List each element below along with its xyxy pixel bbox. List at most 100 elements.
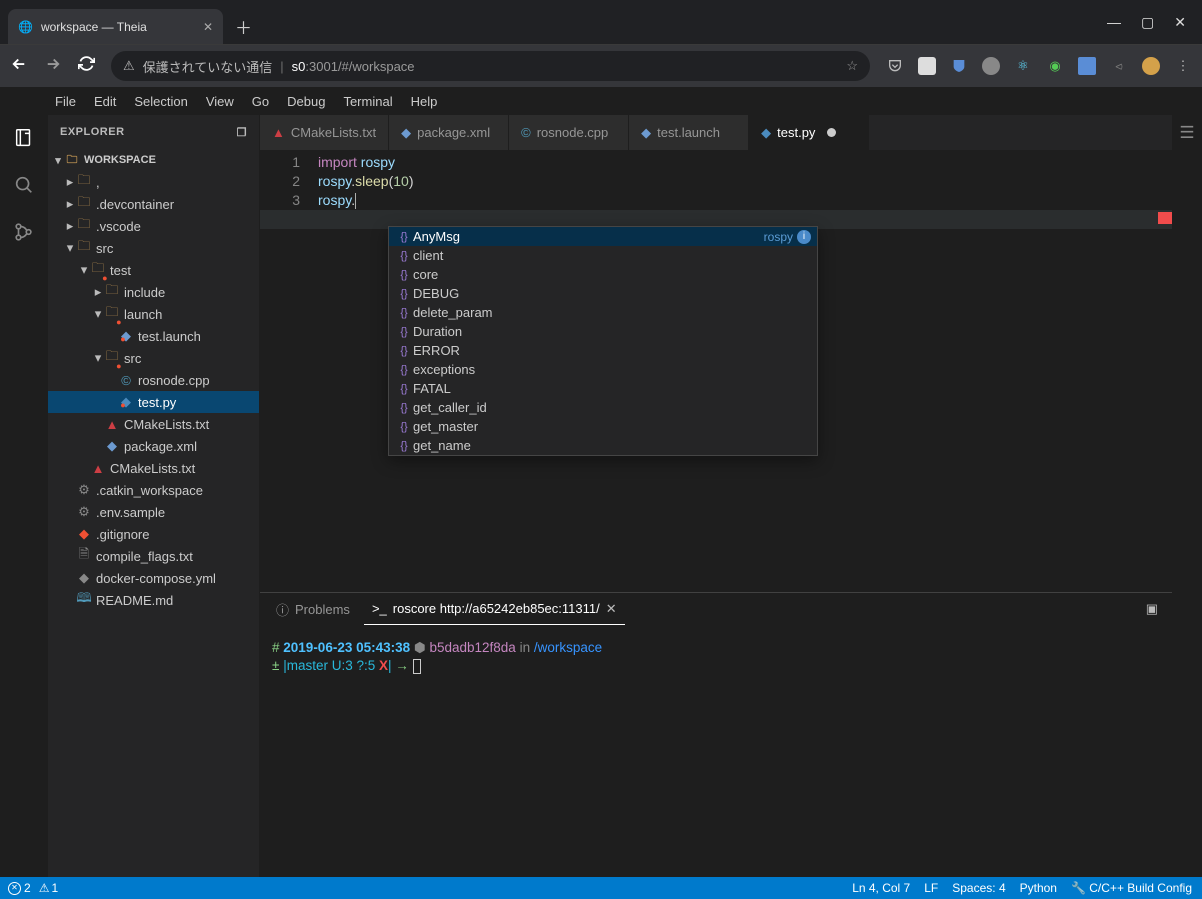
suggest-item-duration[interactable]: {}Duration: [389, 322, 817, 341]
suggest-item-get_master[interactable]: {}get_master: [389, 417, 817, 436]
suggest-item-error[interactable]: {}ERROR: [389, 341, 817, 360]
menu-help[interactable]: Help: [411, 94, 438, 109]
suggest-item-fatal[interactable]: {}FATAL: [389, 379, 817, 398]
editor-tab-test-launch[interactable]: ◆test.launch: [629, 115, 749, 150]
minimap-error-marker[interactable]: [1158, 212, 1172, 224]
editor-tab-test-py[interactable]: ◆test.py: [749, 115, 869, 150]
tree-item-src[interactable]: ▾🗀●src: [48, 347, 259, 369]
file-tree[interactable]: ▾🗀WORKSPACE▸🗀,▸🗀.devcontainer▸🗀.vscode▾🗀…: [48, 149, 259, 877]
status-build[interactable]: 🔧 C/C++ Build Config: [1071, 881, 1192, 895]
suggest-item-client[interactable]: {}client: [389, 246, 817, 265]
tree-item--devcontainer[interactable]: ▸🗀.devcontainer: [48, 193, 259, 215]
tree-item--vscode[interactable]: ▸🗀.vscode: [48, 215, 259, 237]
reload-icon[interactable]: [78, 55, 95, 77]
browser-tab[interactable]: 🌐 workspace — Theia ✕: [8, 9, 223, 44]
profile-icon[interactable]: [1142, 57, 1160, 75]
forward-icon[interactable]: [44, 55, 62, 78]
close-terminal-icon[interactable]: ✕: [606, 601, 617, 617]
tree-item--[interactable]: ▸🗀,: [48, 171, 259, 193]
term-time: 2019-06-23 05:43:38: [283, 640, 410, 655]
tree-item-docker-compose-yml[interactable]: ◆docker-compose.yml: [48, 567, 259, 589]
multi-window-icon[interactable]: ❐: [237, 126, 247, 139]
tree-item-test-py[interactable]: ◆●test.py: [48, 391, 259, 413]
ext-icon-2[interactable]: [918, 57, 936, 75]
menu-terminal[interactable]: Terminal: [343, 94, 392, 109]
tree-item-include[interactable]: ▸🗀include: [48, 281, 259, 303]
browser-toolbar: ⚠ 保護されていない通信 | s0:3001/#/workspace ☆ ⚛ ◉…: [0, 45, 1202, 87]
back-icon[interactable]: [10, 55, 28, 78]
tree-item--env-sample[interactable]: ⚙.env.sample: [48, 501, 259, 523]
menu-file[interactable]: File: [55, 94, 76, 109]
suggest-item-get_name[interactable]: {}get_name: [389, 436, 817, 455]
menubar: File Edit Selection View Go Debug Terminal Help: [0, 87, 1202, 115]
tree-item-package-xml[interactable]: ◆package.xml: [48, 435, 259, 457]
tree-item--catkin-workspace[interactable]: ⚙.catkin_workspace: [48, 479, 259, 501]
term-sym: ±: [272, 658, 279, 673]
new-tab-button[interactable]: ＋: [235, 14, 252, 39]
maximize-icon[interactable]: ▢: [1141, 14, 1154, 31]
suggest-item-anymsg[interactable]: {}AnyMsgrospyi: [389, 227, 817, 246]
problems-icon: ⓘ: [276, 600, 289, 619]
errors-icon[interactable]: ✕: [8, 882, 21, 895]
status-bar: ✕2 ⚠1 Ln 4, Col 7 LF Spaces: 4 Python 🔧 …: [0, 877, 1202, 899]
ext-icon-4[interactable]: [982, 57, 1000, 75]
scm-icon[interactable]: [13, 221, 35, 246]
suggest-item-debug[interactable]: {}DEBUG: [389, 284, 817, 303]
menu-view[interactable]: View: [206, 94, 234, 109]
close-window-icon[interactable]: ✕: [1174, 14, 1186, 31]
suggest-widget[interactable]: {}AnyMsgrospyi{}client{}core{}DEBUG{}del…: [388, 226, 818, 456]
ext-icon-6[interactable]: ◉: [1046, 57, 1064, 75]
status-lang[interactable]: Python: [1020, 881, 1057, 895]
address-bar[interactable]: ⚠ 保護されていない通信 | s0:3001/#/workspace ☆: [111, 51, 870, 81]
suggest-item-core[interactable]: {}core: [389, 265, 817, 284]
menu-edit[interactable]: Edit: [94, 94, 116, 109]
pocket-icon[interactable]: [886, 57, 904, 75]
menu-selection[interactable]: Selection: [134, 94, 187, 109]
share-icon[interactable]: ⪦: [1110, 57, 1128, 75]
tree-item-cmakelists-txt[interactable]: ▲CMakeLists.txt: [48, 457, 259, 479]
menu-go[interactable]: Go: [252, 94, 269, 109]
tree-item-rosnode-cpp[interactable]: ©rosnode.cpp: [48, 369, 259, 391]
close-tab-icon[interactable]: ✕: [203, 20, 213, 34]
warnings-icon[interactable]: ⚠: [39, 881, 50, 895]
tree-item-test[interactable]: ▾🗀●test: [48, 259, 259, 281]
editor-tab-cmakelists-txt[interactable]: ▲CMakeLists.txt: [260, 115, 389, 150]
search-icon[interactable]: [13, 174, 35, 199]
terminal[interactable]: # 2019-06-23 05:43:38 ⬢ b5dadb12f8da in …: [260, 625, 1172, 877]
term-cursor: [413, 659, 421, 674]
errors-count[interactable]: 2: [24, 881, 31, 895]
explorer-icon[interactable]: [13, 127, 35, 152]
tree-item-launch[interactable]: ▾🗀●launch: [48, 303, 259, 325]
status-indent[interactable]: Spaces: 4: [952, 881, 1005, 895]
panel-tools: ▣: [1146, 601, 1164, 617]
tree-item-cmakelists-txt[interactable]: ▲CMakeLists.txt: [48, 413, 259, 435]
tree-item-compile-flags-txt[interactable]: 🗎compile_flags.txt: [48, 545, 259, 567]
suggest-item-get_caller_id[interactable]: {}get_caller_id: [389, 398, 817, 417]
kebab-icon[interactable]: ⋮: [1174, 57, 1192, 75]
security-text: 保護されていない通信: [143, 57, 273, 76]
tab-terminal[interactable]: >_ roscore http://a65242eb85ec:11311/ ✕: [364, 593, 625, 625]
tree-item-readme-md[interactable]: 🕮README.md: [48, 589, 259, 611]
status-eol[interactable]: LF: [924, 881, 938, 895]
status-lncol[interactable]: Ln 4, Col 7: [852, 881, 910, 895]
editor-tab-package-xml[interactable]: ◆package.xml: [389, 115, 509, 150]
bitwarden-icon[interactable]: [950, 57, 968, 75]
react-icon[interactable]: ⚛: [1014, 57, 1032, 75]
tree-item--gitignore[interactable]: ◆.gitignore: [48, 523, 259, 545]
tree-root[interactable]: ▾🗀WORKSPACE: [48, 149, 259, 171]
maximize-panel-icon[interactable]: ▣: [1146, 601, 1158, 617]
ext-icon-7[interactable]: [1078, 57, 1096, 75]
editor-tab-rosnode-cpp[interactable]: ©rosnode.cpp: [509, 115, 629, 150]
suggest-item-exceptions[interactable]: {}exceptions: [389, 360, 817, 379]
warnings-count[interactable]: 1: [51, 881, 58, 895]
menu-debug[interactable]: Debug: [287, 94, 325, 109]
tree-item-test-launch[interactable]: ◆●test.launch: [48, 325, 259, 347]
suggest-item-delete_param[interactable]: {}delete_param: [389, 303, 817, 322]
term-path: /workspace: [534, 640, 602, 655]
star-icon[interactable]: ☆: [846, 58, 858, 74]
tree-item-src[interactable]: ▾🗀src: [48, 237, 259, 259]
outline-icon[interactable]: ☰: [1179, 123, 1194, 143]
ide: File Edit Selection View Go Debug Terminal Help…: [0, 87, 1202, 899]
minimize-icon[interactable]: —: [1107, 14, 1121, 31]
tab-problems[interactable]: ⓘ Problems: [268, 593, 358, 625]
